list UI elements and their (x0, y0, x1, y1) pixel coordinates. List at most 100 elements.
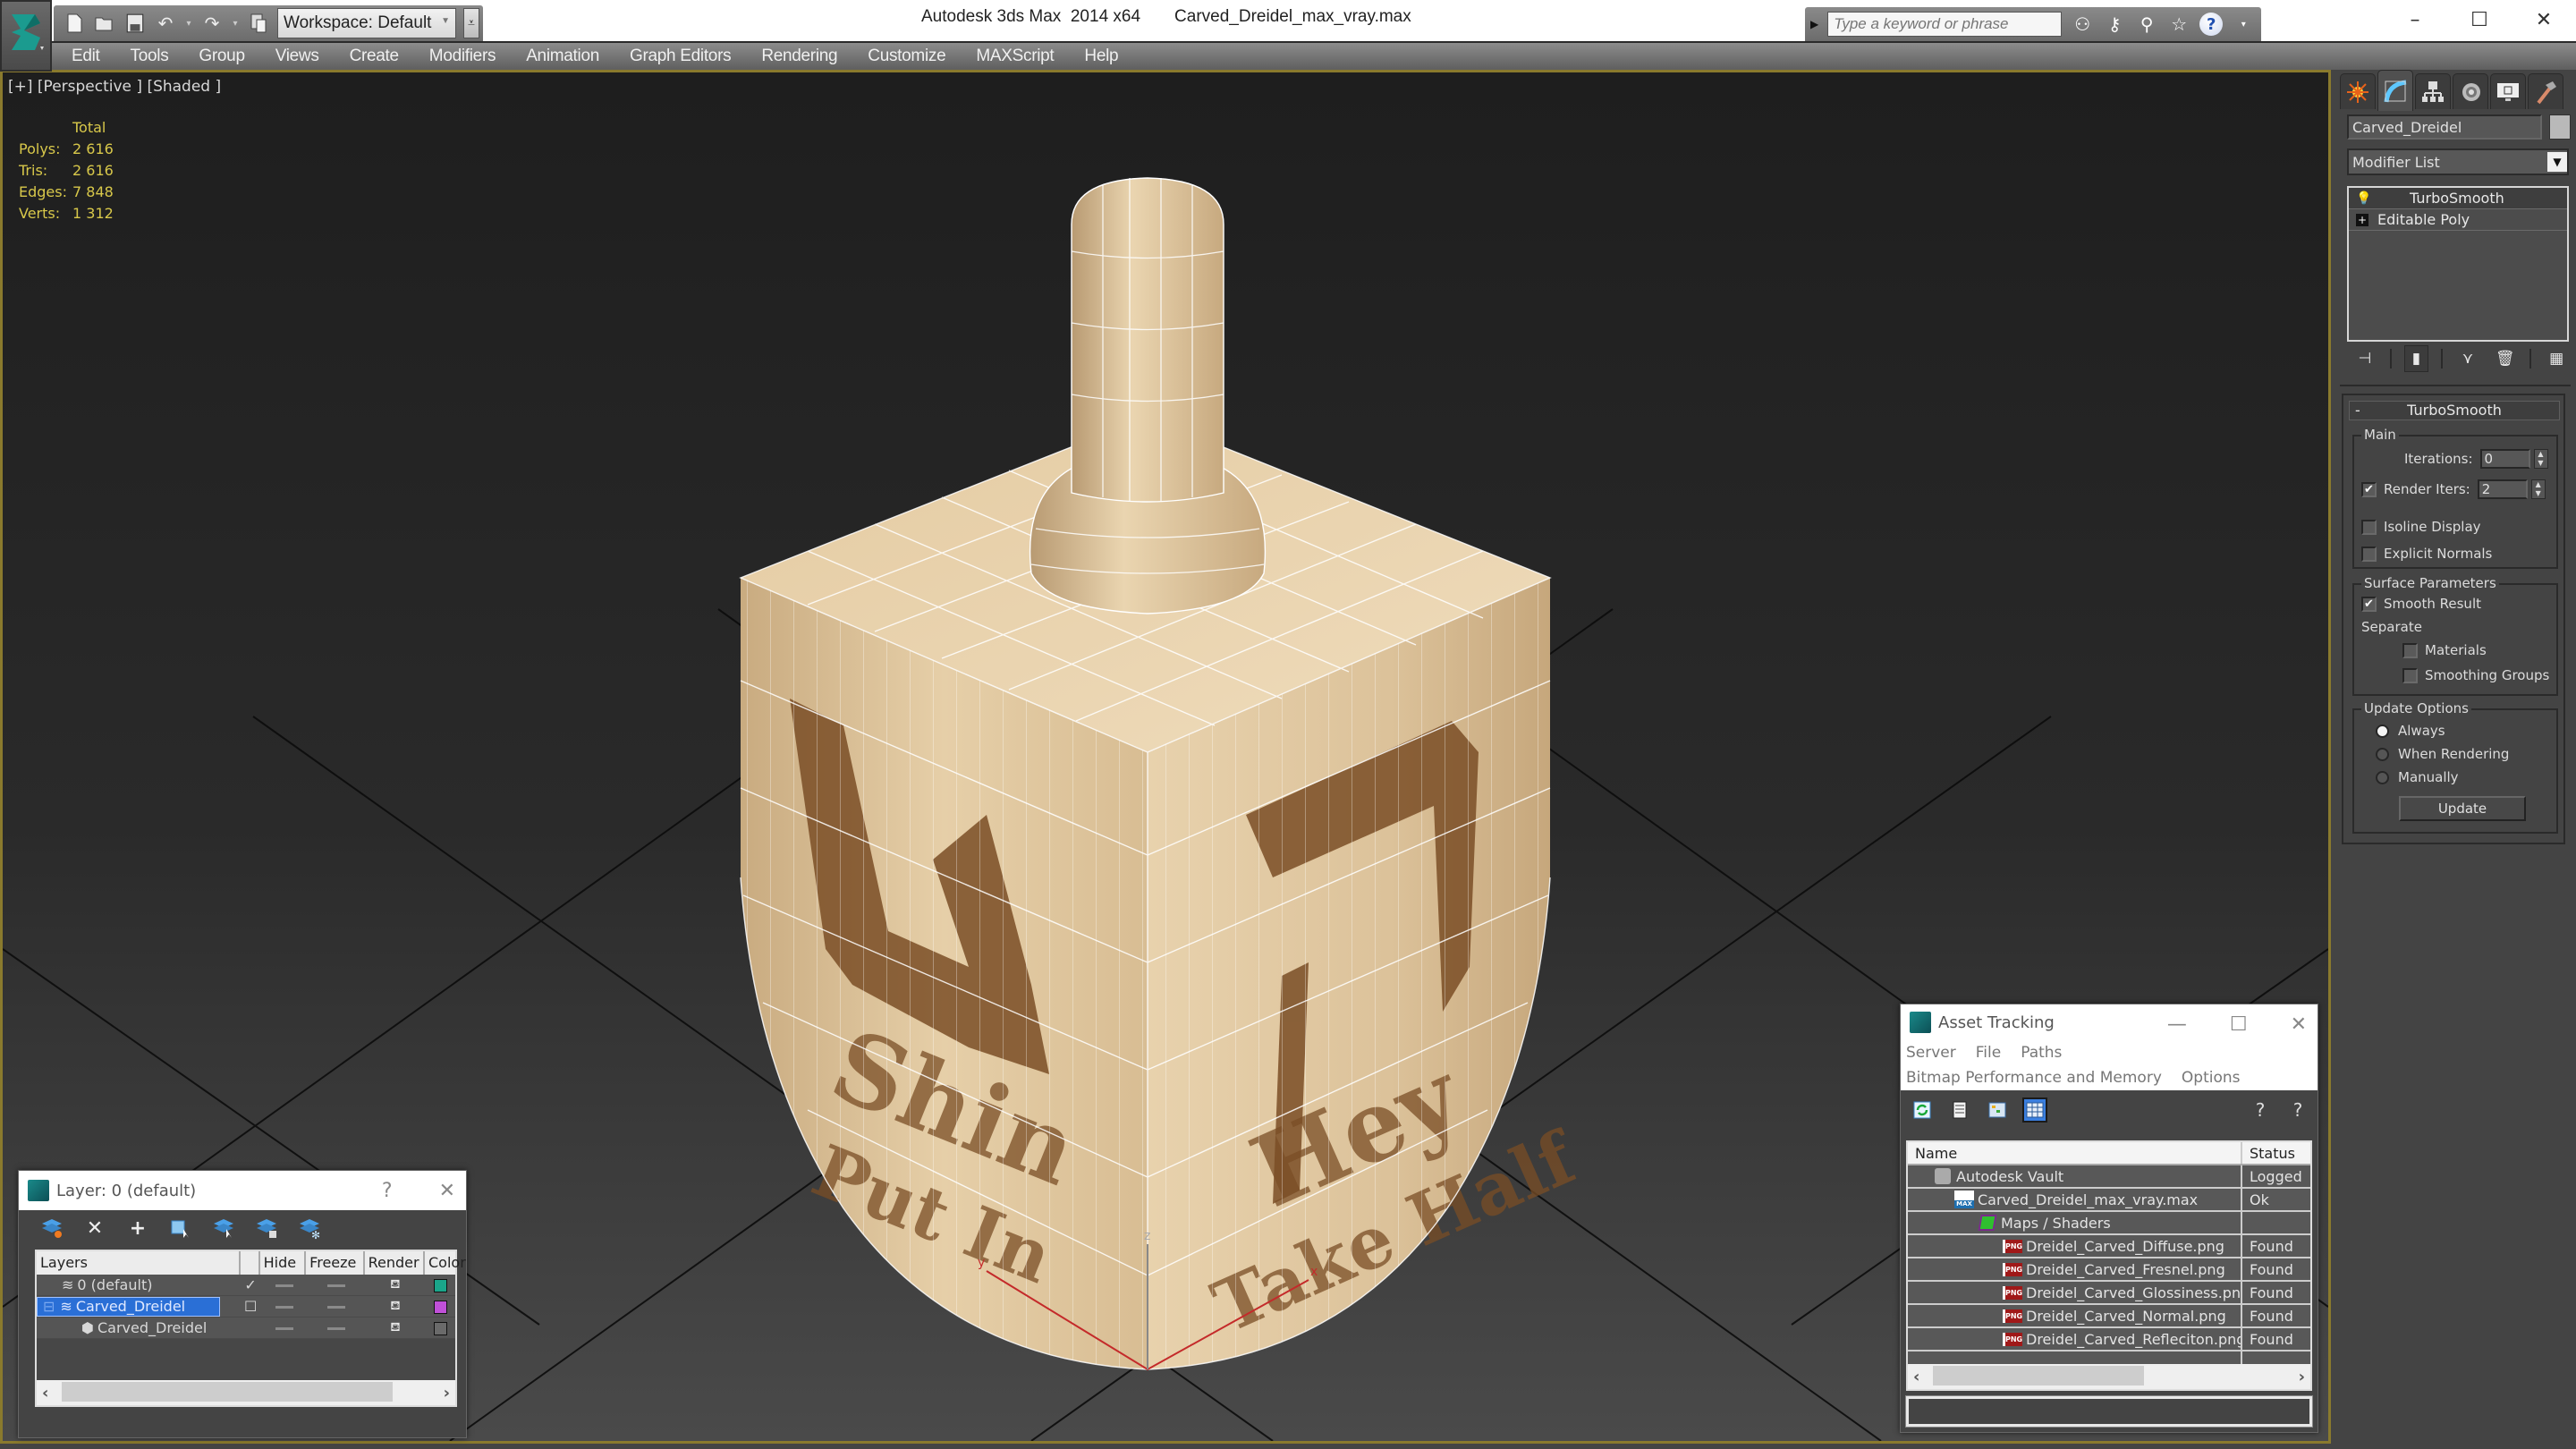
whats-this-icon[interactable]: ? (2285, 1097, 2310, 1123)
object-name-field[interactable]: Carved_Dreidel (2347, 114, 2542, 140)
binoculars-icon[interactable]: ⚇ (2071, 12, 2094, 37)
asset-path-field[interactable] (1905, 1395, 2313, 1428)
menu-rendering[interactable]: Rendering (761, 47, 837, 66)
asset-row[interactable]: PNG Dreidel_Carved_Fresnel.png Found (1908, 1258, 2310, 1282)
asset-row[interactable]: PNG Dreidel_Carved_Diffuse.png Found (1908, 1235, 2310, 1258)
scroll-thumb[interactable] (1933, 1366, 2144, 1385)
asset-row[interactable]: PNG Dreidel_Carved_Glossiness.png Found (1908, 1282, 2310, 1305)
current-layer-check[interactable]: ✓ (240, 1276, 261, 1293)
menu-customize[interactable]: Customize (868, 47, 945, 66)
collapse-icon[interactable]: ⊟ (43, 1298, 55, 1315)
expand-plus-icon[interactable]: + (2356, 213, 2368, 226)
stack-item-editable-poly[interactable]: + Editable Poly (2349, 209, 2567, 231)
freeze-toggle[interactable] (307, 1298, 365, 1315)
utilities-tab[interactable] (2528, 73, 2563, 109)
menu-options[interactable]: Options (2182, 1069, 2241, 1087)
maximize-button[interactable]: ☐ (2230, 1013, 2248, 1036)
refresh-icon[interactable] (1910, 1097, 1935, 1123)
menu-edit[interactable]: Edit (72, 47, 100, 66)
current-layer-check[interactable]: ☐ (240, 1298, 261, 1315)
workspace-dropdown[interactable]: Workspace: Default ▼ (277, 8, 456, 38)
explicit-normals-checkbox[interactable] (2361, 546, 2377, 562)
help-dropdown-icon[interactable]: ▾ (2232, 12, 2255, 37)
asset-dialog-titlebar[interactable]: Asset Tracking — ☐ ✕ (1901, 1004, 2318, 1040)
add-to-layer-icon[interactable]: + (126, 1216, 149, 1240)
layer-object-row[interactable]: ⬢ Carved_Dreidel ⛾ (37, 1318, 455, 1339)
modifier-list-dropdown[interactable]: Modifier List ▼ (2347, 148, 2569, 175)
hierarchy-tab[interactable] (2415, 73, 2451, 109)
star-icon[interactable]: ☆ (2167, 12, 2190, 37)
application-button[interactable] (0, 0, 52, 72)
render-iters-spinner[interactable]: ▲ ▼ (2530, 479, 2546, 499)
remove-modifier-icon[interactable]: 🗑 (2493, 345, 2518, 372)
iterations-spinner[interactable]: ▲ ▼ (2533, 449, 2548, 469)
list-view-icon[interactable] (1947, 1097, 1972, 1123)
satellite-icon[interactable]: ⚲ (2135, 12, 2158, 37)
menu-graph-editors[interactable]: Graph Editors (630, 47, 732, 66)
tree-view-icon[interactable] (1985, 1097, 2010, 1123)
update-always-radio[interactable] (2376, 724, 2389, 738)
minimize-button[interactable]: — (2167, 1013, 2187, 1036)
asset-row[interactable]: PNG Dreidel_Carved_Normal.png Found (1908, 1305, 2310, 1328)
column-hide[interactable]: Hide (260, 1251, 307, 1275)
maximize-button[interactable]: ☐ (2447, 0, 2512, 39)
column-current[interactable] (241, 1251, 260, 1275)
column-freeze[interactable]: Freeze (306, 1251, 365, 1275)
scroll-left-icon[interactable]: ‹ (1913, 1368, 1919, 1386)
highlight-layer-icon[interactable] (212, 1216, 235, 1240)
configure-modifier-sets-icon[interactable]: ▦ (2544, 345, 2569, 372)
close-button[interactable]: ✕ (439, 1180, 455, 1202)
table-view-icon[interactable] (2022, 1097, 2047, 1123)
asset-horizontal-scrollbar[interactable]: ‹ › (1908, 1364, 2310, 1389)
menu-server[interactable]: Server (1906, 1044, 1956, 1062)
render-teapot-icon[interactable]: ⛾ (365, 1320, 425, 1336)
modify-tab[interactable] (2377, 70, 2413, 111)
scroll-thumb[interactable] (62, 1382, 393, 1402)
redo-icon[interactable]: ↷ (200, 11, 224, 36)
render-teapot-icon[interactable]: ⛾ (365, 1277, 425, 1293)
menu-help[interactable]: Help (1084, 47, 1118, 66)
save-icon[interactable] (123, 11, 147, 36)
smoothing-groups-checkbox[interactable] (2402, 667, 2418, 683)
update-button[interactable]: Update (2399, 796, 2526, 821)
vault-help-icon[interactable]: ? (2248, 1097, 2273, 1123)
column-color[interactable]: Color (425, 1251, 466, 1275)
search-input[interactable] (1827, 12, 2063, 37)
redo-dropdown-icon[interactable]: ▾ (231, 11, 240, 36)
object-color-swatch[interactable] (425, 1319, 455, 1336)
expand-search-icon[interactable]: ▶ (1810, 18, 1818, 30)
help-button[interactable]: ? (382, 1180, 393, 1202)
materials-checkbox[interactable] (2402, 642, 2418, 658)
close-button[interactable]: ✕ (2512, 0, 2576, 39)
layer-dialog-titlebar[interactable]: Layer: 0 (default) ? ✕ (19, 1171, 466, 1210)
pin-stack-icon[interactable]: ⊣ (2352, 345, 2377, 372)
scroll-right-icon[interactable]: › (2299, 1368, 2305, 1386)
freeze-toggle[interactable] (307, 1276, 365, 1293)
menu-animation[interactable]: Animation (526, 47, 599, 66)
create-tab[interactable] (2340, 73, 2376, 109)
motion-tab[interactable] (2453, 73, 2488, 109)
menu-tools[interactable]: Tools (131, 47, 169, 66)
column-status[interactable]: Status (2242, 1142, 2302, 1164)
close-button[interactable]: ✕ (2291, 1013, 2307, 1036)
viewport-label-menu[interactable]: [+] [Perspective ] [Shaded ] (8, 78, 221, 96)
hide-all-layers-icon[interactable] (255, 1216, 278, 1240)
display-tab[interactable] (2490, 73, 2526, 109)
object-color-swatch[interactable] (2549, 114, 2571, 140)
show-end-result-icon[interactable]: ▮ (2403, 345, 2429, 372)
hide-toggle[interactable] (261, 1319, 307, 1336)
layer-color-swatch[interactable] (425, 1276, 455, 1293)
asset-row[interactable]: MAX Carved_Dreidel_max_vray.max Ok (1908, 1189, 2310, 1212)
open-folder-icon[interactable] (93, 11, 116, 36)
layer-row[interactable]: ⊟ ≋ Carved_Dreidel ☐ ⛾ (37, 1296, 455, 1318)
layer-color-swatch[interactable] (425, 1298, 455, 1315)
menu-modifiers[interactable]: Modifiers (429, 47, 496, 66)
update-manually-radio[interactable] (2376, 770, 2389, 784)
make-unique-icon[interactable]: ⋎ (2455, 345, 2480, 372)
isoline-display-checkbox[interactable] (2361, 519, 2377, 535)
key-icon[interactable]: ⚷ (2103, 12, 2126, 37)
asset-row[interactable]: Maps / Shaders (1908, 1212, 2310, 1235)
asset-row[interactable]: Autodesk Vault Logged Out (1908, 1165, 2310, 1189)
hide-toggle[interactable] (261, 1276, 307, 1293)
menu-create[interactable]: Create (350, 47, 400, 66)
